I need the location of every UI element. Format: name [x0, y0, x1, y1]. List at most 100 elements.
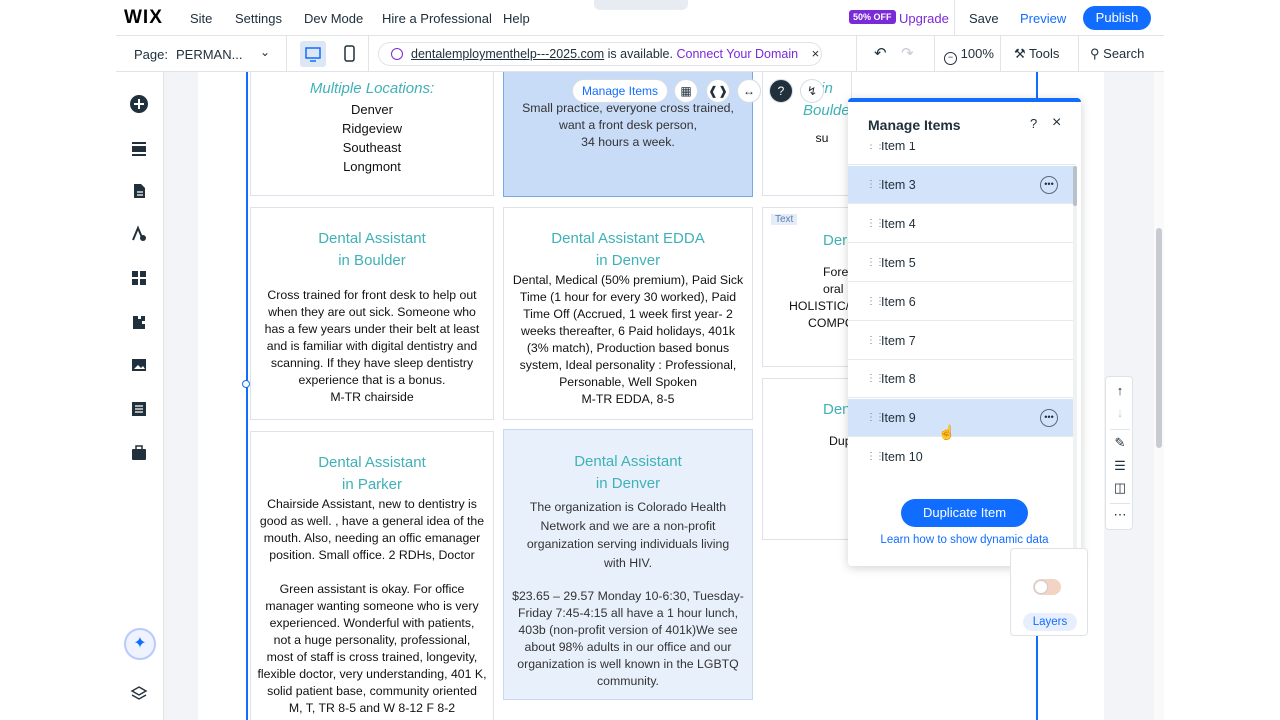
card-text-line: manager wanting someone who is very [265, 599, 479, 613]
publish-button[interactable]: Publish [1083, 6, 1151, 30]
job-card[interactable]: Text Der Fore oral HOLISTIC/S COMPO [762, 207, 852, 367]
job-card[interactable]: Dental Assistant EDDA in Denver Dental, … [503, 207, 753, 420]
card-text-line: M-TR chairside [330, 390, 414, 404]
drag-handle-icon[interactable]: ⋮⋮ [866, 142, 885, 165]
layers-button[interactable]: Layers [1023, 613, 1077, 631]
sections-icon[interactable] [126, 135, 152, 161]
menu-settings[interactable]: Settings [235, 11, 282, 26]
preview-button[interactable]: Preview [1020, 11, 1066, 26]
connect-data-icon[interactable]: ↯ [800, 79, 824, 103]
menu-hire-professional[interactable]: Hire a Professional [382, 11, 492, 26]
card-text-line: The organization is Colorado Health [529, 500, 727, 514]
stretch-icon[interactable]: ↔ [737, 79, 761, 103]
menu-site[interactable]: Site [190, 11, 212, 26]
close-icon[interactable]: × [812, 46, 820, 61]
list-item[interactable]: ⋮⋮ Item 5 [848, 244, 1076, 282]
cms-icon[interactable] [126, 396, 152, 422]
manage-items-panel: Manage Items ? × ⋮⋮ Item 1 ⋮⋮ Item 3 ••• ⋮⋮… [848, 98, 1081, 566]
more-options-icon[interactable]: ••• [1040, 176, 1058, 194]
chevron-down-icon[interactable]: ⌄ [260, 45, 270, 59]
card-text-line: want a front desk person, [558, 118, 698, 132]
list-item[interactable]: ⋮⋮ Item 7 [848, 322, 1076, 360]
menu-help[interactable]: Help [503, 11, 530, 26]
more-options-icon[interactable]: ••• [1040, 409, 1058, 427]
drag-handle-icon[interactable]: ⋮⋮ [866, 360, 885, 398]
duplicate-item-button[interactable]: Duplicate Item [901, 499, 1028, 527]
drag-handle-icon[interactable]: ⋮⋮ [866, 244, 885, 282]
page-label: Page: [134, 47, 168, 62]
move-up-icon[interactable]: ↑ [1106, 383, 1134, 398]
card-text-line: and is familiar with digital dentistry a… [266, 339, 478, 353]
job-card[interactable]: Dental Assistant in Parker Chairside Ass… [250, 431, 494, 720]
list-item[interactable]: ⋮⋮ Item 4 [848, 205, 1076, 243]
panel-scrollbar[interactable] [1073, 166, 1077, 566]
help-icon[interactable]: ? [769, 79, 793, 103]
list-item[interactable]: ⋮⋮ Item 9 ••• [848, 399, 1076, 437]
help-icon[interactable]: ? [1030, 116, 1037, 131]
layout-icon[interactable]: ▦ [674, 79, 698, 103]
card-heading: Multiple Locations: [309, 80, 435, 97]
drag-handle-icon[interactable]: ⋮⋮ [866, 399, 885, 437]
site-domain[interactable]: dentalemploymenthelp---2025.com [411, 47, 604, 61]
dynamic-data-link[interactable]: Learn how to show dynamic data [848, 534, 1081, 546]
job-card[interactable]: Dental Assistant in Boulder Cross traine… [250, 207, 494, 420]
list-item[interactable]: ⋮⋮ Item 3 ••• [848, 166, 1076, 204]
animation-icon[interactable]: ❰❱ [706, 79, 730, 103]
connect-domain-link[interactable]: Connect Your Domain [676, 47, 798, 61]
list-item[interactable]: ⋮⋮ Item 1 [848, 142, 1076, 165]
drag-handle-icon[interactable]: ⋮⋮ [866, 438, 885, 472]
card-text-line: M, T, TR 8-5 and W 8-12 F 8-2 [288, 701, 456, 715]
layout-icon[interactable]: ◫ [1106, 480, 1134, 496]
design-icon[interactable] [126, 221, 152, 247]
ai-assistant-button[interactable]: ✦ [124, 628, 156, 660]
page-selector[interactable]: PERMAN... [176, 47, 242, 62]
move-down-icon[interactable]: ↓ [1106, 405, 1134, 420]
menu-dev-mode[interactable]: Dev Mode [304, 11, 363, 26]
card-title: Dental Assistant EDDA [551, 230, 705, 247]
redo-icon[interactable]: ↷ [901, 44, 914, 62]
drag-handle-icon[interactable]: ⋮⋮ [866, 205, 885, 243]
business-apps-icon[interactable] [126, 309, 152, 335]
list-item[interactable]: ⋮⋮ Item 8 [848, 360, 1076, 398]
mobile-view-button[interactable] [336, 41, 362, 67]
drag-handle-icon[interactable]: ⋮⋮ [866, 322, 885, 360]
wix-logo[interactable]: WIX [124, 7, 163, 29]
divider [286, 36, 287, 72]
add-elements-icon[interactable] [126, 91, 152, 117]
close-icon[interactable]: × [1052, 114, 1061, 132]
job-card[interactable]: Multiple Locations: Denver Ridgeview Sou… [250, 72, 494, 196]
undo-icon[interactable]: ↶ [874, 44, 887, 62]
more-icon[interactable]: ⋯ [1106, 507, 1134, 523]
edit-icon[interactable]: ✎ [1106, 435, 1134, 451]
list-item[interactable]: ⋮⋮ Item 6 [848, 283, 1076, 321]
save-button[interactable]: Save [969, 11, 999, 26]
drag-handle-icon[interactable]: ⋮⋮ [866, 283, 885, 321]
upgrade-link[interactable]: Upgrade [899, 11, 949, 26]
layers-icon[interactable] [126, 681, 152, 707]
job-card[interactable]: Den Dup [762, 378, 852, 540]
card-text-line: Fore [823, 265, 849, 279]
card-title: Dental Assistant [574, 453, 682, 470]
portfolio-icon[interactable] [126, 440, 152, 466]
job-card[interactable]: Dental Assistant in Denver The organizat… [503, 429, 753, 700]
search-button[interactable]: ⚲ Search [1090, 46, 1144, 62]
tools-button[interactable]: ⚒ Tools [1014, 46, 1059, 62]
collapse-toolbar-tab[interactable]: ⌃ [594, 0, 688, 10]
apps-icon[interactable] [126, 265, 152, 291]
resize-handle[interactable] [242, 380, 250, 388]
panel-scrollbar-thumb[interactable] [1073, 166, 1077, 206]
desktop-view-button[interactable] [300, 41, 326, 67]
canvas-scrollbar-thumb[interactable] [1156, 228, 1162, 448]
card-text-line: community. [597, 674, 659, 688]
manage-items-button[interactable]: Manage Items [572, 79, 668, 103]
domain-bar[interactable]: dentalemploymenthelp---2025.com is avail… [378, 42, 822, 66]
card-text-line: Time Off (Accrued, 1 week first year- 2 [523, 307, 733, 321]
layers-icon[interactable]: ☰ [1106, 458, 1134, 474]
media-icon[interactable] [126, 352, 152, 378]
zoom-control[interactable]: − 100% [944, 46, 994, 65]
pages-icon[interactable] [126, 178, 152, 204]
mouse-cursor-icon: ☝ [938, 424, 956, 440]
zoom-out-icon: − [944, 52, 957, 65]
list-item[interactable]: ⋮⋮ Item 10 [848, 438, 1076, 472]
drag-handle-icon[interactable]: ⋮⋮ [866, 166, 885, 204]
